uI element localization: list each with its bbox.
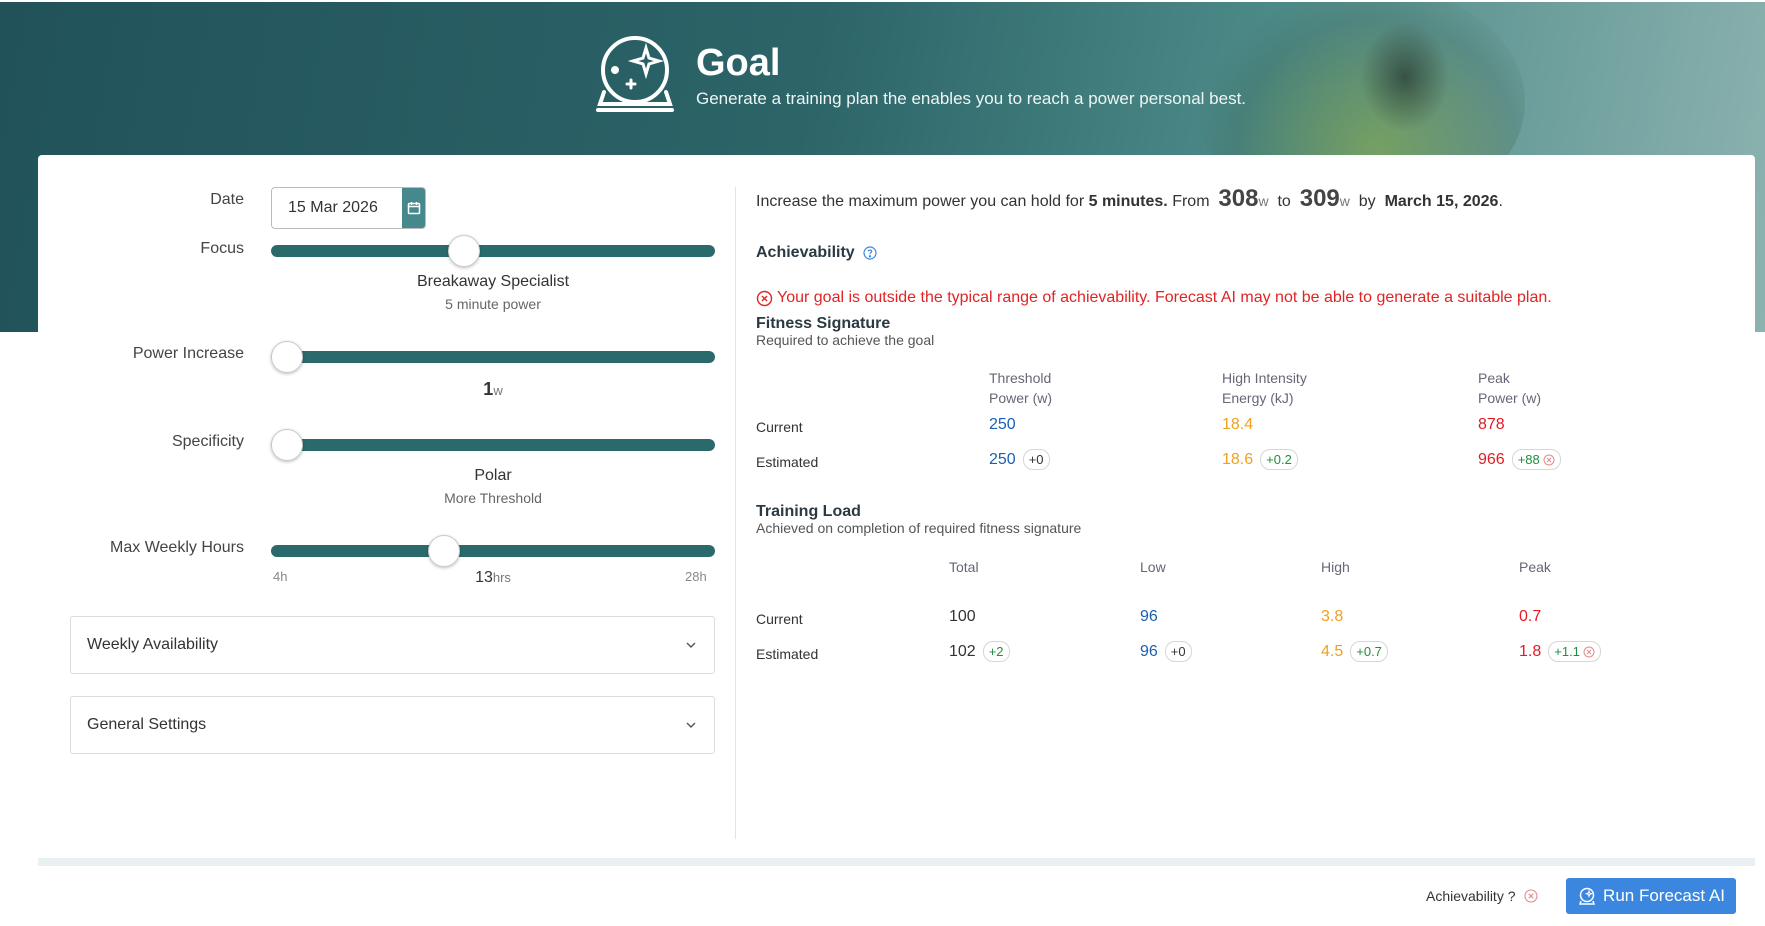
goal-analysis: Increase the maximum power you can hold … (756, 155, 1746, 845)
specificity-value: Polar (474, 467, 512, 484)
delta-badge: +0.2 (1260, 449, 1298, 470)
training-load-subtitle: Achieved on completion of required fitne… (756, 520, 1082, 536)
column-divider (735, 187, 736, 839)
power-increase-slider-handle[interactable] (271, 341, 303, 373)
specificity-description: More Threshold (444, 490, 542, 506)
tl-col-total: Total (949, 559, 979, 575)
fs-col-threshold: Threshold Power (w) (989, 370, 1053, 406)
error-circle-icon (756, 290, 773, 306)
focus-description: 5 minute power (445, 296, 541, 312)
specificity-slider-handle[interactable] (271, 429, 303, 461)
fs-estimated-threshold: 250 +0 (989, 449, 1050, 470)
tl-estimated-total: 102 +2 (949, 641, 1010, 662)
focus-slider[interactable] (271, 235, 715, 267)
max-weekly-hours-value: 13hrs (475, 569, 511, 586)
weekly-availability-label: Weekly Availability (87, 636, 219, 653)
goal-from-value: 308 (1218, 185, 1259, 212)
focus-slider-handle[interactable] (448, 235, 481, 267)
fs-current-threshold: 250 (989, 416, 1016, 433)
delta-badge: +0 (1164, 641, 1192, 662)
achievability-error: Your goal is outside the typical range o… (756, 289, 1552, 307)
delta-badge: +88 (1511, 449, 1561, 470)
page-title: Goal (696, 42, 781, 84)
focus-value: Breakaway Specialist (416, 273, 570, 290)
delta-badge: +1.1 (1548, 641, 1601, 662)
specificity-slider[interactable] (271, 429, 715, 461)
goal-to-value: 309 (1299, 185, 1340, 212)
fs-col-high-intensity: High Intensity Energy (kJ) (1222, 370, 1307, 406)
goal-summary: Increase the maximum power you can hold … (756, 185, 1503, 212)
goal-form: Date 15 Mar 2026 Focus Breakaway Special… (38, 155, 735, 845)
page-header: Goal Generate a training plan the enable… (590, 30, 1246, 120)
error-circle-icon (1543, 454, 1555, 465)
fs-row-current-label: Current (756, 419, 803, 435)
delta-badge: +2 (982, 641, 1010, 662)
tl-row-current-label: Current (756, 611, 803, 627)
date-input[interactable]: 15 Mar 2026 (272, 188, 402, 228)
fs-row-estimated-label: Estimated (756, 454, 819, 470)
tl-current-peak: 0.7 (1519, 608, 1542, 625)
goal-date: March 15, 2026 (1384, 193, 1499, 210)
power-increase-value: 1w (483, 379, 503, 399)
fitness-signature-subtitle: Required to achieve the goal (756, 332, 935, 348)
tl-estimated-peak: 1.8 +1.1 (1519, 641, 1601, 662)
crystal-ball-icon (1579, 887, 1596, 905)
tl-col-high: High (1321, 559, 1350, 575)
max-weekly-hours-label: Max Weekly Hours (110, 539, 244, 556)
delta-badge: +0 (1022, 449, 1050, 470)
calendar-icon (407, 202, 420, 215)
achievability-title: Achievability (756, 244, 877, 262)
power-increase-label: Power Increase (132, 345, 244, 362)
fs-current-high-intensity: 18.4 (1222, 416, 1254, 433)
goal-card: Date 15 Mar 2026 Focus Breakaway Special… (38, 155, 1755, 855)
date-picker[interactable]: 15 Mar 2026 (271, 187, 426, 229)
fitness-signature-title: Fitness Signature (756, 315, 891, 332)
date-label: Date (210, 191, 244, 208)
delta-badge: +0.7 (1350, 641, 1388, 662)
footer-achievability: Achievability ? (1426, 888, 1538, 904)
max-weekly-hours-slider-handle[interactable] (427, 535, 460, 567)
tl-estimated-high: 4.5 +0.7 (1321, 641, 1388, 662)
general-settings-panel[interactable]: General Settings (70, 696, 715, 754)
fs-col-peak: Peak Power (w) (1478, 370, 1542, 406)
general-settings-label: General Settings (87, 716, 207, 733)
specificity-label: Specificity (171, 433, 244, 450)
tl-current-total: 100 (949, 608, 976, 625)
error-circle-icon (1523, 889, 1538, 903)
tl-current-low: 96 (1140, 608, 1158, 625)
focus-label: Focus (200, 240, 244, 257)
footer-separator (38, 858, 1755, 866)
chevron-down-icon (686, 642, 696, 648)
chevron-down-icon (686, 722, 696, 728)
help-icon[interactable] (863, 246, 877, 260)
tl-col-low: Low (1140, 559, 1166, 575)
page-subtitle: Generate a training plan the enables you… (696, 89, 1247, 108)
tl-estimated-low: 96 +0 (1140, 641, 1192, 662)
tl-current-high: 3.8 (1321, 608, 1344, 625)
tl-row-estimated-label: Estimated (756, 646, 819, 662)
fs-estimated-peak: 966 +88 (1478, 449, 1561, 470)
training-load-title: Training Load (756, 503, 861, 520)
calendar-button[interactable] (402, 188, 425, 228)
tl-col-peak: Peak (1519, 559, 1551, 575)
error-circle-icon (1583, 646, 1595, 657)
weekly-availability-panel[interactable]: Weekly Availability (70, 616, 715, 674)
power-increase-slider[interactable] (271, 341, 715, 373)
run-forecast-ai-button[interactable]: Run Forecast AI (1566, 878, 1736, 914)
max-weekly-hours-slider[interactable] (271, 535, 715, 567)
fs-current-peak: 878 (1478, 416, 1505, 433)
fs-estimated-high-intensity: 18.6 +0.2 (1222, 449, 1298, 470)
crystal-ball-icon (596, 36, 674, 112)
